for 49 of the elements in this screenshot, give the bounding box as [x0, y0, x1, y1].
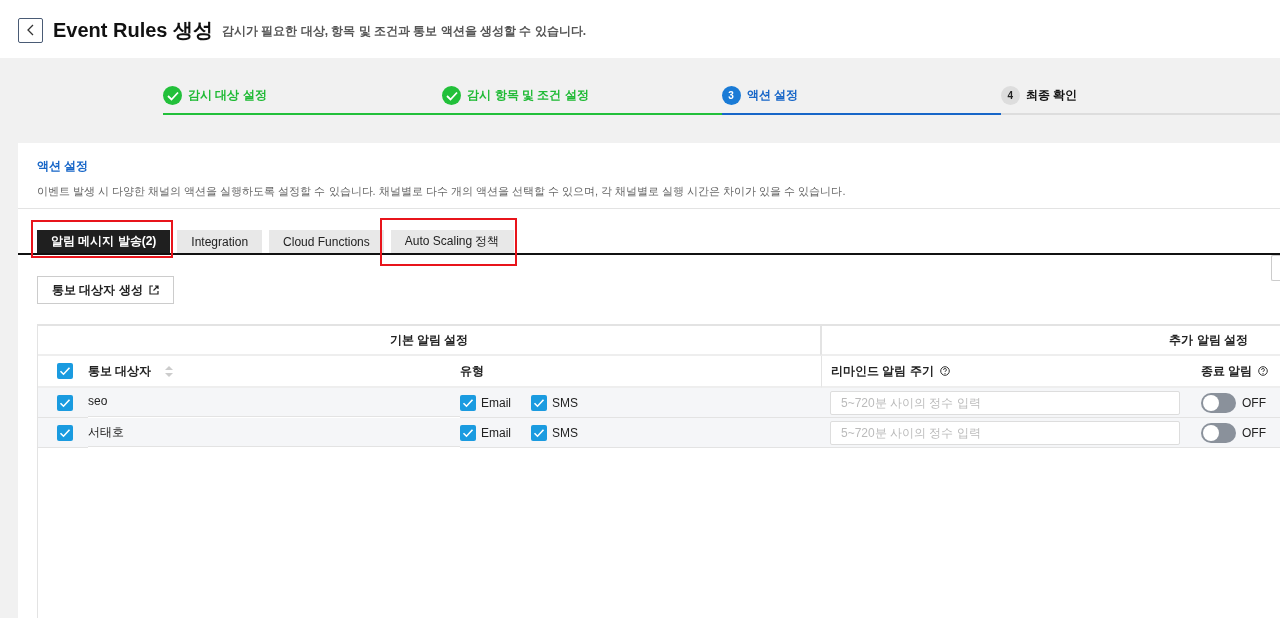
chevron-left-icon — [27, 24, 34, 36]
column-header: 리마인드 알림 주기 — [831, 362, 934, 380]
step-label: 감시 대상 설정 — [188, 87, 267, 104]
checkbox-label: SMS — [552, 395, 579, 410]
page-title: Event Rules 생성 — [53, 17, 214, 43]
checkbox[interactable] — [56, 363, 73, 379]
toggle-switch[interactable] — [1201, 392, 1236, 413]
input-field[interactable]: 5~720분 사이의 정수 입력 — [830, 420, 1180, 445]
checkbox[interactable] — [56, 394, 73, 411]
tab[interactable]: Auto Scaling 정책 — [390, 230, 514, 253]
sort-icon[interactable] — [165, 365, 174, 377]
toggle-label: OFF — [1242, 395, 1266, 410]
checkbox[interactable] — [531, 424, 547, 441]
checkbox-label: SMS — [552, 425, 579, 440]
section-title: 액션 설정 — [37, 158, 90, 175]
step-label: 감시 항목 및 조건 설정 — [467, 87, 589, 104]
check-circle-icon — [163, 86, 182, 105]
group-header: 추가 알림 설정 — [1169, 331, 1248, 349]
tab[interactable]: 알림 메시지 발송(2) — [37, 230, 171, 253]
back-button[interactable] — [18, 17, 43, 43]
column-header: 종료 알림 — [1201, 362, 1253, 380]
step-number: 3 — [721, 86, 741, 105]
page-subtitle: 감시가 필요한 대상, 항목 및 조건과 통보 액션을 생성할 수 있습니다. — [222, 23, 587, 40]
checkbox[interactable] — [460, 394, 476, 411]
help-icon[interactable] — [1258, 366, 1269, 376]
create-recipient-button[interactable]: 통보 대상자 생성 — [37, 276, 174, 304]
step-number: 4 — [1000, 86, 1020, 105]
group-header: 기본 알림 설정 — [389, 331, 469, 349]
external-link-icon — [148, 285, 159, 295]
tab[interactable]: Integration — [177, 230, 263, 253]
checkbox[interactable] — [56, 424, 73, 441]
table-cell: 서태호 — [88, 424, 124, 441]
table-cell: seo — [88, 394, 108, 408]
checkbox-label: Email — [481, 395, 511, 410]
toggle-label: OFF — [1242, 425, 1266, 440]
checkbox[interactable] — [531, 394, 547, 411]
column-header: 통보 대상자 — [88, 362, 152, 380]
step-label: 액션 설정 — [746, 87, 798, 104]
tab[interactable]: Cloud Functions — [269, 230, 384, 253]
column-header: 유형 — [460, 362, 484, 380]
checkbox-label: Email — [481, 425, 511, 440]
section-description: 이벤트 발생 시 다양한 채널의 액션을 실행하도록 설정할 수 있습니다. 채널별로 다수 개의 액션을 선택할 수 있으며, 각 채널별로 실행 시간은 차이가 있을 수 있습니다. — [37, 184, 847, 199]
partial-button[interactable] — [1271, 255, 1280, 281]
checkbox[interactable] — [460, 424, 476, 441]
input-field[interactable]: 5~720분 사이의 정수 입력 — [830, 390, 1180, 415]
step-label: 최종 확인 — [1025, 87, 1078, 104]
check-circle-icon — [442, 86, 462, 105]
toggle-switch[interactable] — [1201, 422, 1236, 443]
help-icon[interactable] — [939, 366, 950, 376]
